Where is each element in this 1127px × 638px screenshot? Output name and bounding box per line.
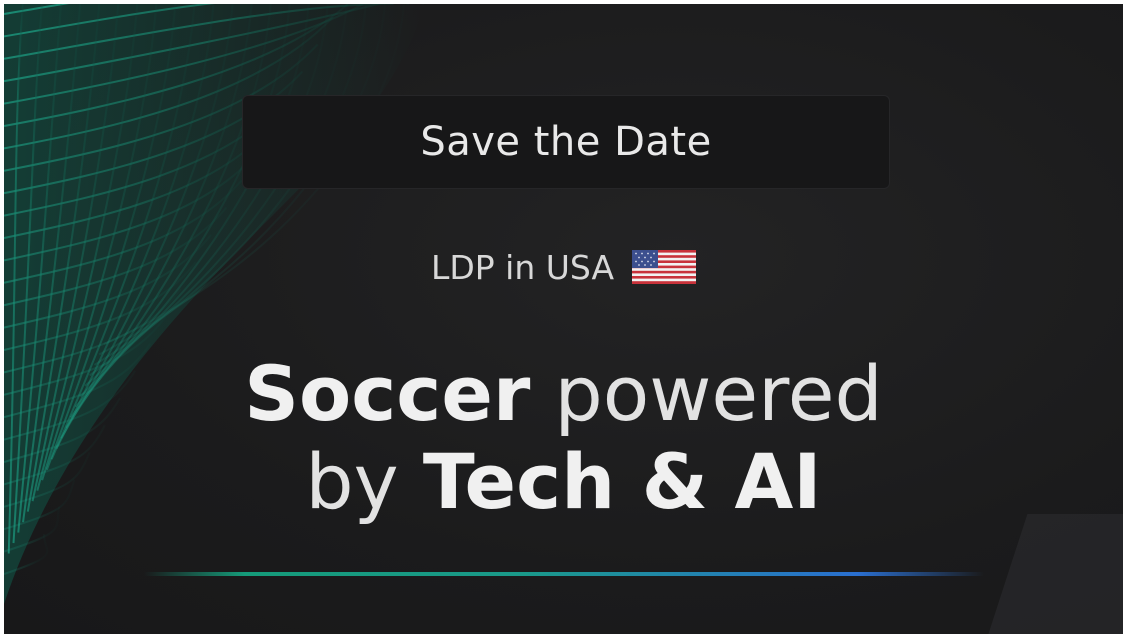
subtitle-row: LDP in USA — [4, 242, 1123, 292]
headline-soccer: Soccer — [244, 349, 531, 438]
event-subtitle: LDP in USA — [430, 247, 615, 287]
save-the-date-box: Save the Date — [242, 95, 890, 189]
event-banner: Save the Date LDP in USA Soccer powered … — [4, 4, 1123, 634]
headline: Soccer powered by Tech & AI — [4, 350, 1123, 526]
headline-tech-ai: Tech & AI — [422, 437, 822, 526]
headline-powered: powered — [530, 349, 883, 438]
us-flag-icon — [632, 250, 697, 284]
headline-line-1: Soccer powered — [4, 350, 1123, 438]
accent-underline — [144, 572, 984, 576]
save-the-date-label: Save the Date — [420, 119, 712, 165]
headline-line-2: by Tech & AI — [4, 438, 1123, 526]
headline-by: by — [305, 437, 423, 526]
